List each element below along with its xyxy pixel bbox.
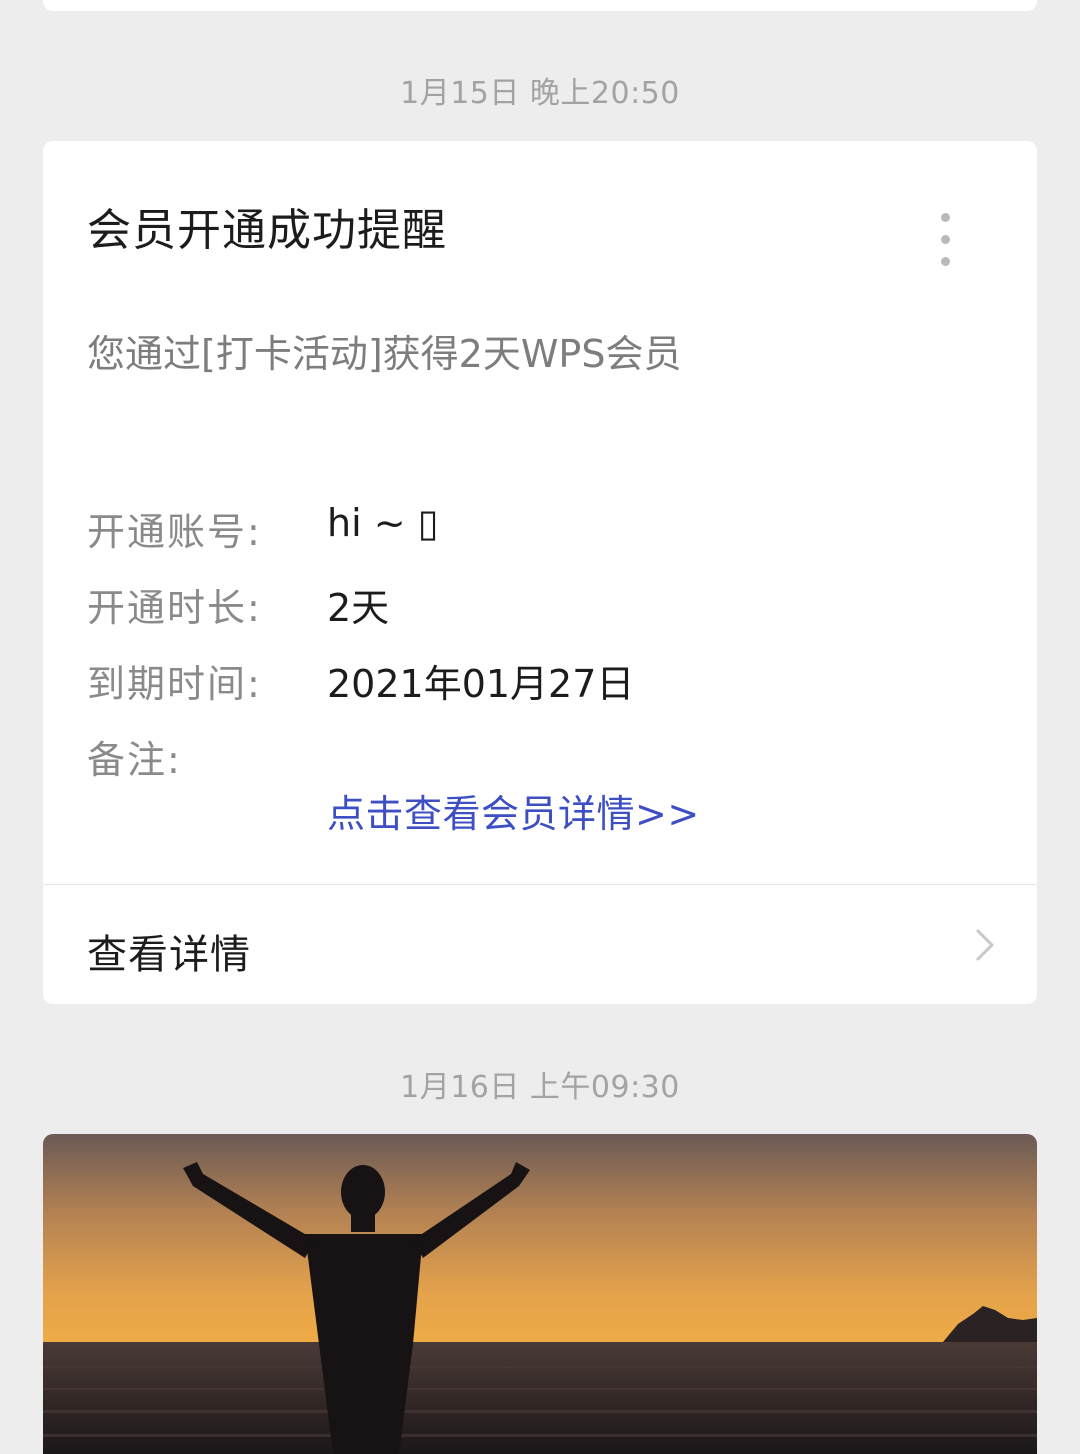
view-details-row[interactable]: 查看详情 bbox=[43, 885, 1037, 1004]
expiry-label: 到期时间: bbox=[87, 662, 262, 706]
chevron-right-icon bbox=[976, 929, 994, 961]
sunset-silhouette-image bbox=[43, 1134, 1037, 1454]
duration-value: 2天 bbox=[327, 586, 390, 630]
account-label: 开通账号: bbox=[87, 510, 262, 554]
image-message-card[interactable] bbox=[43, 1134, 1037, 1454]
message-timestamp: 1月15日 晚上20:50 bbox=[400, 76, 680, 111]
duration-label: 开通时长: bbox=[87, 586, 262, 630]
notification-card: 会员开通成功提醒 您通过[打卡活动]获得2天WPS会员 开通账号: hi ~ ▯… bbox=[43, 141, 1037, 1004]
card-description: 您通过[打卡活动]获得2天WPS会员 bbox=[87, 332, 682, 376]
account-value: hi ~ ▯ bbox=[327, 501, 439, 545]
message-timestamp: 1月16日 上午09:30 bbox=[400, 1070, 680, 1105]
previous-message-card[interactable] bbox=[43, 0, 1037, 11]
card-title: 会员开通成功提醒 bbox=[87, 205, 447, 256]
expiry-value: 2021年01月27日 bbox=[327, 662, 635, 706]
remark-label: 备注: bbox=[87, 738, 182, 782]
member-details-link[interactable]: 点击查看会员详情>> bbox=[327, 783, 700, 838]
view-details-label: 查看详情 bbox=[87, 932, 251, 978]
more-vertical-icon[interactable] bbox=[933, 211, 957, 269]
